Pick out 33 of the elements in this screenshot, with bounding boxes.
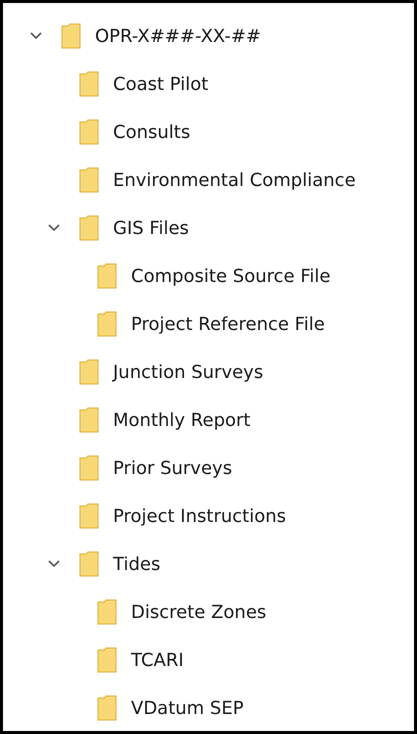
folder-label[interactable]: OPR-X###-XX-##	[95, 26, 261, 46]
folder-icon	[97, 647, 117, 673]
folder-label[interactable]: TCARI	[131, 650, 184, 670]
folder-icon	[79, 119, 99, 145]
folder-icon	[79, 455, 99, 481]
folder-icon	[79, 215, 99, 241]
folder-label[interactable]: GIS Files	[113, 218, 189, 238]
folder-label[interactable]: Project Instructions	[113, 506, 286, 526]
folder-icon	[97, 695, 117, 721]
folder-icon	[97, 263, 117, 289]
folder-icon	[61, 23, 81, 49]
chevron-down-icon[interactable]	[48, 224, 60, 232]
chevron-down-icon[interactable]	[30, 32, 42, 40]
folder-icon	[79, 503, 99, 529]
folder-label[interactable]: Coast Pilot	[113, 74, 208, 94]
folder-label[interactable]: VDatum SEP	[131, 698, 244, 718]
chevron-down-icon[interactable]	[48, 560, 60, 568]
folder-label[interactable]: Discrete Zones	[131, 602, 266, 622]
folder-icon	[79, 407, 99, 433]
folder-label[interactable]: Junction Surveys	[113, 362, 264, 382]
folder-label[interactable]: Tides	[113, 554, 160, 574]
folder-icon	[97, 599, 117, 625]
folder-label[interactable]: Environmental Compliance	[113, 170, 356, 190]
folder-icon	[79, 167, 99, 193]
folder-icon	[79, 551, 99, 577]
folder-icon	[97, 311, 117, 337]
folder-label[interactable]: Project Reference File	[131, 314, 325, 334]
folder-icon	[79, 71, 99, 97]
folder-icon	[79, 359, 99, 385]
folder-label[interactable]: Prior Surveys	[113, 458, 232, 478]
folder-label[interactable]: Monthly Report	[113, 410, 250, 430]
folder-label[interactable]: Composite Source File	[131, 266, 330, 286]
folder-label[interactable]: Consults	[113, 122, 190, 142]
